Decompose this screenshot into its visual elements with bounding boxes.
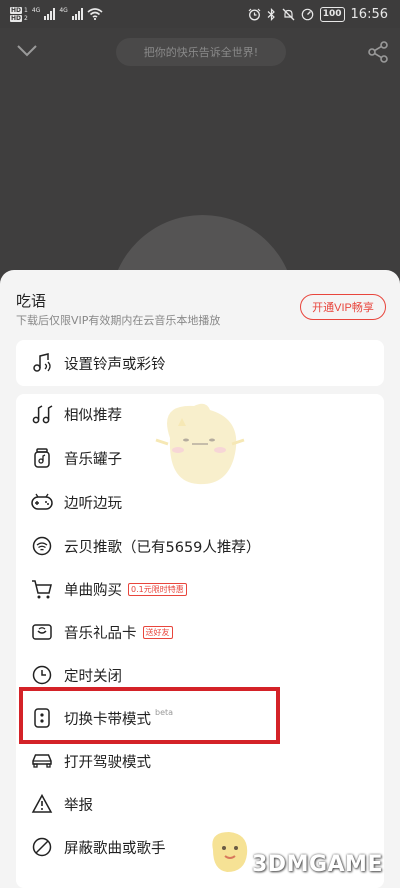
- share-hint-input[interactable]: 把你的快乐告诉全世界!: [116, 38, 286, 66]
- watermark-text: 3DMGAME: [252, 852, 383, 877]
- bluetooth-icon: [267, 7, 275, 21]
- menu-item-ringtone[interactable]: 设置铃声或彩铃: [16, 341, 384, 385]
- sim2-label: 2: [24, 14, 28, 22]
- menu-item-report[interactable]: 举报: [16, 782, 384, 826]
- menu-item-timer[interactable]: 定时关闭: [16, 653, 384, 697]
- sim1-label: 1: [24, 6, 28, 14]
- cart-icon: [16, 578, 64, 600]
- block-icon: [16, 836, 64, 858]
- promo-tag: 送好友: [142, 625, 173, 639]
- status-bar: HD 1 HD 2 4G 4G 100 16:56: [0, 0, 400, 28]
- gamepad-icon: [16, 491, 64, 513]
- menu-item-label: 定时关闭: [64, 668, 122, 685]
- menu-item-label: 单曲购买: [64, 582, 122, 599]
- warning-icon: [16, 793, 64, 815]
- share-icon[interactable]: [366, 40, 390, 64]
- menu-item-cassette-mode[interactable]: 切换卡带模式 beta: [16, 696, 384, 740]
- menu-item-label: 音乐礼品卡: [64, 625, 137, 642]
- network-type-1: 4G: [31, 6, 41, 14]
- mute-icon: [282, 8, 295, 20]
- watermark-mascot-icon: [155, 403, 245, 485]
- cloud-coin-icon: [16, 535, 64, 557]
- alarm-icon: [248, 8, 261, 20]
- song-title: 吃语: [16, 292, 47, 310]
- gift-card-icon: [16, 621, 64, 643]
- watermark-logo-icon: [212, 832, 248, 872]
- song-subtitle: 下载后仅限VIP有效期内在云音乐本地播放: [16, 314, 221, 327]
- ringtone-icon: [16, 352, 64, 374]
- battery-icon: 100: [319, 6, 345, 22]
- menu-item-buy-single[interactable]: 单曲购买 0.1元限时特惠: [16, 567, 384, 611]
- menu-item-gift-card[interactable]: 音乐礼品卡 送好友: [16, 610, 384, 654]
- wifi-icon: [87, 8, 103, 20]
- menu-item-label: 屏蔽歌曲或歌手: [64, 840, 166, 857]
- menu-item-label: 音乐罐子: [64, 451, 122, 468]
- beta-badge: beta: [155, 708, 174, 717]
- menu-item-label: 举报: [64, 797, 93, 814]
- clock-icon: [16, 664, 64, 686]
- menu-item-label: 云贝推歌（已有5659人推荐）: [64, 539, 261, 556]
- music-jar-icon: [16, 447, 64, 469]
- open-vip-button[interactable]: 开通VIP畅享: [300, 294, 386, 320]
- menu-item-label: 切换卡带模式: [64, 711, 151, 728]
- hd-badge-2: HD: [10, 14, 23, 22]
- signal-icon: [44, 8, 56, 20]
- menu-item-label: 边听边玩: [64, 495, 122, 512]
- network-type-2: 4G: [59, 6, 68, 14]
- menu-item-label: 打开驾驶模式: [64, 754, 151, 771]
- cassette-icon: [16, 707, 64, 729]
- menu-item-cloud-coin[interactable]: 云贝推歌（已有5659人推荐）: [16, 524, 384, 568]
- menu-item-label: 设置铃声或彩铃: [64, 356, 166, 373]
- hd-badge: HD: [10, 6, 23, 14]
- car-icon: [16, 750, 64, 772]
- menu-item-label: 相似推荐: [64, 407, 122, 424]
- signal-icon-2: [71, 8, 83, 20]
- clock-time: 16:56: [350, 6, 388, 22]
- speed-icon: [301, 8, 314, 20]
- similar-icon: [16, 403, 64, 425]
- chevron-down-icon[interactable]: [16, 44, 38, 58]
- promo-tag: 0.1元限时特惠: [128, 582, 187, 596]
- menu-item-driving-mode[interactable]: 打开驾驶模式: [16, 739, 384, 783]
- sim-indicators: HD 1 HD 2: [10, 6, 28, 22]
